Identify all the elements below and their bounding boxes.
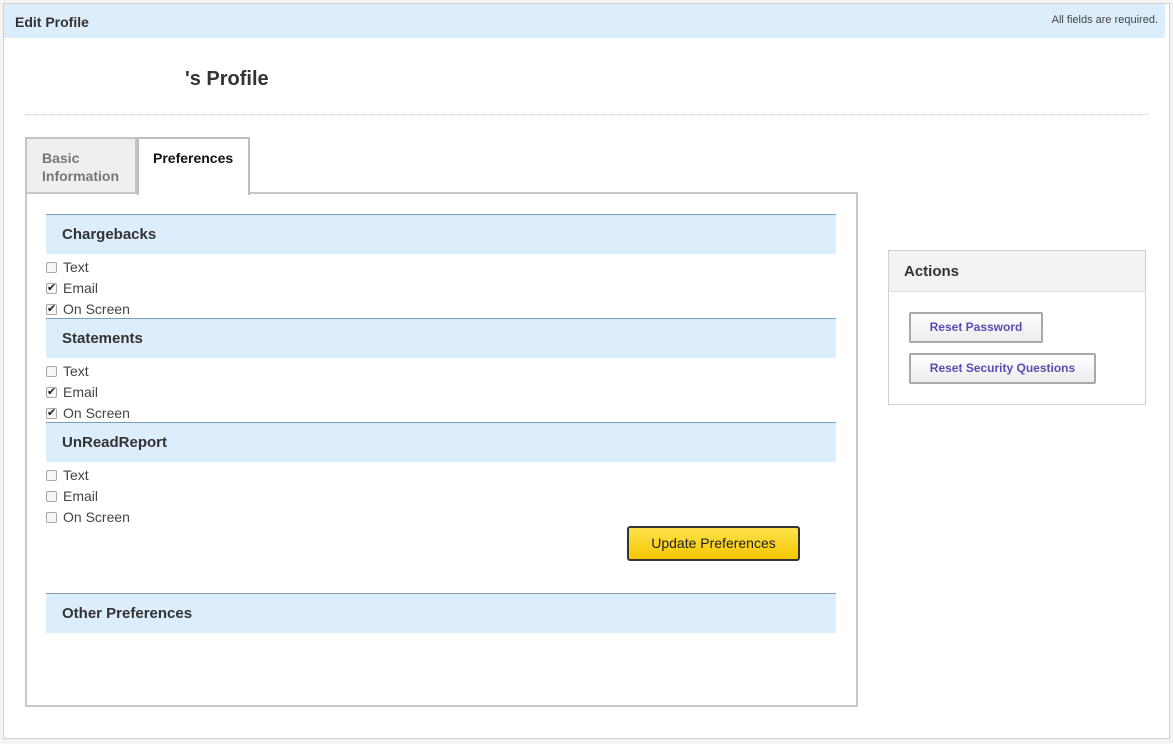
statements-text-option[interactable]: Text	[46, 361, 89, 381]
option-label: On Screen	[63, 301, 130, 317]
section-title: Statements	[62, 330, 143, 347]
option-label: On Screen	[63, 509, 130, 525]
statements-onscreen-option[interactable]: On Screen	[46, 403, 130, 423]
unreadreport-email-option[interactable]: Email	[46, 486, 98, 506]
checkbox[interactable]	[46, 365, 57, 377]
option-label: On Screen	[63, 405, 130, 421]
checkbox[interactable]	[46, 490, 57, 502]
checkbox[interactable]	[46, 261, 57, 273]
tab-basic-information[interactable]: Basic Information	[25, 137, 137, 193]
profile-title: 's Profile	[185, 68, 269, 90]
reset-security-questions-button[interactable]: Reset Security Questions	[909, 353, 1096, 384]
section-other-preferences-header: Other Preferences	[46, 593, 836, 633]
checkbox[interactable]	[46, 406, 57, 419]
chargebacks-text-option[interactable]: Text	[46, 257, 89, 277]
actions-panel: Actions Reset Password Reset Security Qu…	[888, 250, 1146, 405]
page-title: Edit Profile	[15, 14, 89, 30]
checkbox[interactable]	[46, 385, 57, 398]
update-preferences-button[interactable]: Update Preferences	[627, 526, 800, 561]
statements-email-option[interactable]: Email	[46, 382, 98, 402]
option-label: Text	[63, 259, 89, 275]
section-title: Other Preferences	[62, 605, 193, 622]
checkbox[interactable]	[46, 302, 57, 315]
required-note: All fields are required.	[1051, 14, 1158, 26]
checkbox[interactable]	[46, 281, 57, 294]
checkbox[interactable]	[46, 511, 57, 523]
option-label: Text	[63, 363, 89, 379]
section-unreadreport-header: UnReadReport	[46, 422, 836, 462]
page-header: Edit Profile All fields are required.	[4, 4, 1165, 38]
chargebacks-onscreen-option[interactable]: On Screen	[46, 299, 130, 319]
tab-label-line1: Basic	[42, 150, 80, 166]
reset-password-button[interactable]: Reset Password	[909, 312, 1043, 343]
section-title: UnReadReport	[62, 434, 168, 451]
checkbox[interactable]	[46, 469, 57, 481]
option-label: Email	[63, 488, 99, 504]
unreadreport-text-option[interactable]: Text	[46, 465, 89, 485]
tab-preferences[interactable]: Preferences	[137, 137, 250, 195]
tab-label-line2: Information	[42, 168, 119, 184]
chargebacks-email-option[interactable]: Email	[46, 278, 98, 298]
option-label: Text	[63, 467, 89, 483]
tab-label: Preferences	[153, 150, 234, 166]
section-chargebacks-header: Chargebacks	[46, 214, 836, 254]
divider	[25, 114, 1148, 115]
option-label: Email	[63, 384, 99, 400]
unreadreport-onscreen-option[interactable]: On Screen	[46, 507, 130, 527]
section-statements-header: Statements	[46, 318, 836, 358]
option-label: Email	[63, 280, 99, 296]
actions-title: Actions	[889, 251, 1145, 292]
section-title: Chargebacks	[62, 226, 157, 243]
